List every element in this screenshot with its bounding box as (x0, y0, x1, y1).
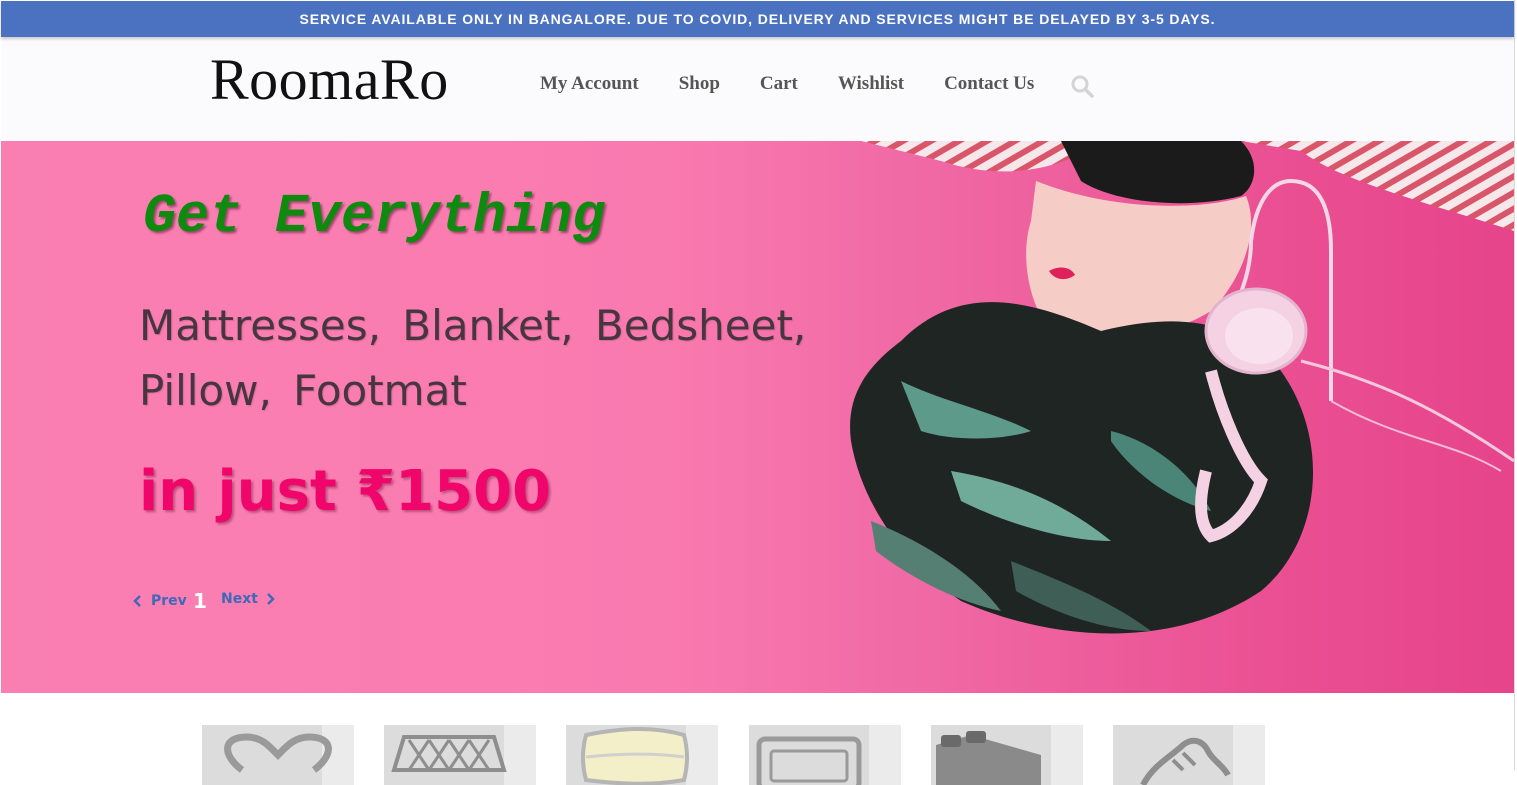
chevron-right-icon (267, 593, 275, 605)
announcement-text: SERVICE AVAILABLE ONLY IN BANGALORE. DUE… (299, 11, 1216, 27)
hero-price: in just ₹1500 (139, 459, 552, 524)
category-tile-bedsheet[interactable] (931, 725, 1083, 785)
slider-nav: Prev 1 Next (132, 589, 292, 613)
category-tile-heart[interactable] (202, 725, 354, 785)
nav-wishlist[interactable]: Wishlist (838, 73, 904, 95)
frame-icon (756, 736, 862, 785)
pillow-icon (581, 727, 689, 785)
nav-cart[interactable]: Cart (760, 73, 798, 95)
footmat-icon (1140, 737, 1231, 785)
nav-my-account[interactable]: My Account (540, 73, 639, 95)
hero-slider: Get Everything Mattresses, Blanket, Beds… (1, 141, 1514, 693)
heart-icon (224, 733, 332, 773)
search-icon[interactable] (1070, 74, 1094, 98)
site-logo[interactable]: RoomaRo (210, 51, 449, 109)
site-header: RoomaRo My Account Shop Cart Wishlist Co… (1, 37, 1514, 141)
next-button[interactable]: Next (221, 591, 276, 607)
chevron-left-icon (133, 595, 141, 607)
nav-contact-us[interactable]: Contact Us (944, 73, 1034, 95)
mattress-icon (391, 735, 507, 772)
category-tile-frame[interactable] (749, 725, 901, 785)
slide-counter: 1 (193, 589, 207, 613)
hero-heading: Get Everything (143, 185, 606, 248)
prev-button[interactable]: Prev (132, 593, 187, 609)
category-tile-pillow[interactable] (566, 725, 718, 785)
hero-product-list: Mattresses, Blanket, Bedsheet, Pillow, F… (139, 293, 819, 423)
bedsheet-icon (936, 731, 1041, 785)
announcement-bar: SERVICE AVAILABLE ONLY IN BANGALORE. DUE… (1, 1, 1514, 37)
nav-shop[interactable]: Shop (679, 73, 720, 95)
next-label: Next (221, 591, 258, 607)
prev-label: Prev (151, 593, 187, 609)
main-nav: My Account Shop Cart Wishlist Contact Us (540, 73, 1074, 95)
category-strip (0, 693, 1517, 785)
category-tile-footmat[interactable] (1113, 725, 1265, 785)
hero-product-list-line2: Pillow, Footmat (139, 366, 467, 415)
hero-product-list-line1: Mattresses, Blanket, Bedsheet, (139, 301, 807, 350)
category-tile-mattress[interactable] (384, 725, 536, 785)
